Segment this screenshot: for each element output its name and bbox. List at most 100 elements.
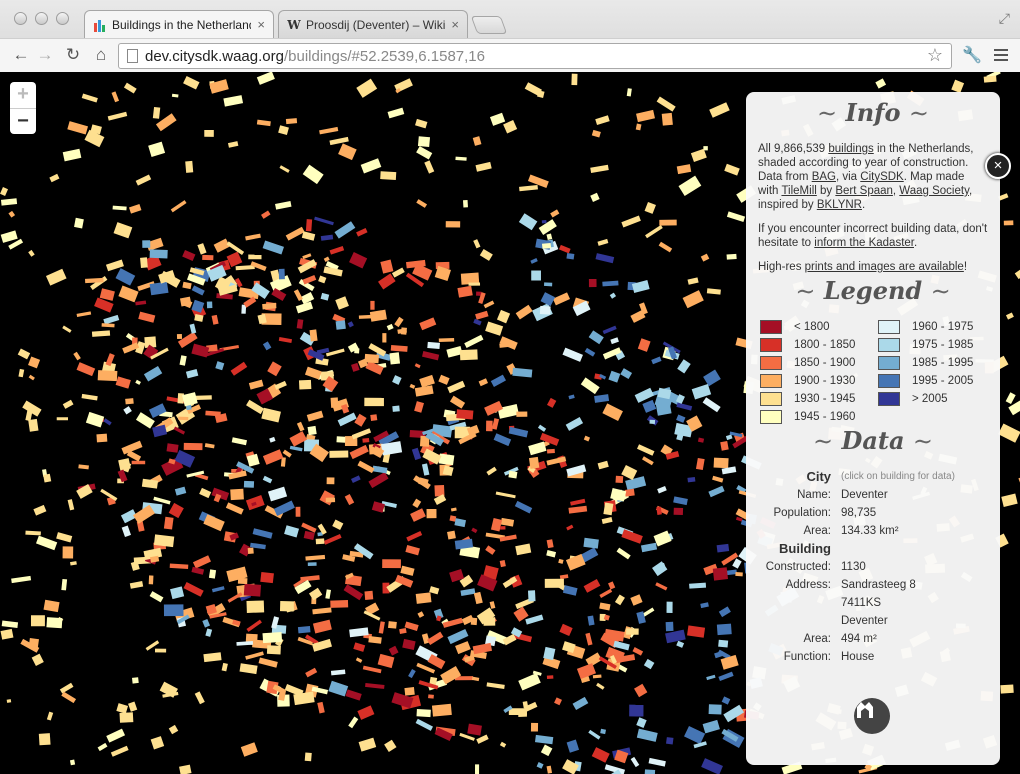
legend-swatch: [760, 338, 782, 352]
legend-item: 1900 - 1930: [760, 374, 878, 388]
legend-item: 1850 - 1900: [760, 356, 878, 370]
legend-swatch: [760, 374, 782, 388]
city-section-label: City: [806, 469, 831, 484]
info-panel: ∼ Info ∼ All 9,866,539 buildings in the …: [746, 92, 1000, 765]
legend-label: 1975 - 1985: [912, 339, 974, 351]
function-value: House: [841, 651, 875, 663]
wrench-icon[interactable]: 🔧: [962, 45, 982, 65]
zoom-out-button[interactable]: −: [10, 108, 36, 134]
waag-logo-icon[interactable]: [854, 698, 890, 734]
tab-close-icon[interactable]: ×: [451, 17, 459, 32]
address-line-3: Deventer: [841, 615, 888, 627]
close-panel-button[interactable]: ×: [985, 153, 1011, 179]
legend-label: 1960 - 1975: [912, 321, 974, 333]
new-tab-button[interactable]: [470, 16, 508, 34]
legend-label: > 2005: [912, 393, 948, 405]
data-heading: ∼ Data ∼: [813, 426, 933, 455]
legend-swatch: [878, 392, 900, 406]
back-arrow-icon[interactable]: ←: [10, 45, 32, 65]
zoom-control: + −: [10, 82, 36, 134]
bar-chart-favicon-icon: [93, 18, 107, 32]
menu-icon[interactable]: [994, 49, 1008, 64]
city-name-key: Name:: [797, 489, 831, 501]
legend-swatch: [760, 320, 782, 334]
fullscreen-icon[interactable]: ⤢: [999, 10, 1010, 27]
legend-swatch: [878, 374, 900, 388]
legend-item: 1800 - 1850: [760, 338, 878, 352]
building-section-label: Building: [779, 541, 831, 556]
city-hint: (click on building for data): [841, 471, 955, 482]
page-icon: [127, 49, 138, 63]
legend-item: 1945 - 1960: [760, 410, 878, 424]
info-intro: All 9,866,539 buildings in the Netherlan…: [758, 143, 974, 211]
constructed-key: Constructed:: [765, 561, 831, 573]
population-value: 98,735: [841, 507, 877, 519]
legend-label: 1945 - 1960: [794, 411, 856, 423]
legend-heading: ∼ Legend ∼: [795, 276, 951, 305]
info-heading: ∼ Info ∼: [817, 98, 929, 127]
bag-link[interactable]: BAG: [812, 171, 836, 183]
tab-title: Proosdij (Deventer) – Wikipedia: [306, 17, 446, 32]
address-line-2: 7411KS: [841, 597, 882, 609]
city-area-key: Area:: [803, 525, 832, 537]
legend-item: 1985 - 1995: [878, 356, 988, 370]
legend-swatch: [760, 410, 782, 424]
url-host: dev.citysdk.waag.org: [145, 47, 284, 65]
legend: < 1800 1960 - 1975 1800 - 1850 1975 - 1985 1…: [760, 320, 988, 424]
close-window-button[interactable]: [14, 12, 27, 25]
building-map[interactable]: + − ∼ Info ∼ All 9,866,539 buildings in …: [0, 72, 1020, 774]
kadaster-note: If you encounter incorrect building data…: [758, 223, 988, 249]
legend-item: 1960 - 1975: [878, 320, 988, 334]
city-area-value: 134.33 km²: [841, 525, 899, 537]
tab-wikipedia[interactable]: W Proosdij (Deventer) – Wikipedia ×: [278, 10, 468, 38]
legend-item: 1975 - 1985: [878, 338, 988, 352]
tilemill-link[interactable]: TileMill: [781, 185, 816, 197]
bookmark-star-icon[interactable]: ☆: [927, 45, 943, 66]
toolbar: ← → ↻ ⌂ dev.citysdk.waag.org/buildings/#…: [0, 38, 1020, 72]
legend-swatch: [760, 392, 782, 406]
address-bar[interactable]: dev.citysdk.waag.org/buildings/#52.2539,…: [118, 43, 952, 69]
buildings-link[interactable]: buildings: [828, 143, 873, 155]
legend-item: 1995 - 2005: [878, 374, 988, 388]
legend-label: 1995 - 2005: [912, 375, 974, 387]
data-table: City (click on building for data) Name: De…: [758, 468, 988, 666]
building-area-key: Area:: [803, 633, 832, 645]
tab-buildings[interactable]: Buildings in the Netherlands ×: [84, 10, 274, 38]
legend-label: 1850 - 1900: [794, 357, 856, 369]
address-line-1: Sandrasteeg 8: [841, 579, 916, 591]
waag-society-link[interactable]: Waag Society: [899, 185, 969, 197]
kadaster-link[interactable]: inform the Kadaster: [814, 237, 914, 249]
tab-title: Buildings in the Netherlands: [112, 17, 252, 32]
population-key: Population:: [773, 507, 831, 519]
legend-label: < 1800: [794, 321, 830, 333]
zoom-window-button[interactable]: [56, 12, 69, 25]
prints-note: High-res prints and images are available…: [758, 261, 968, 273]
legend-swatch: [878, 356, 900, 370]
legend-swatch: [878, 338, 900, 352]
tab-close-icon[interactable]: ×: [257, 17, 265, 32]
legend-swatch: [878, 320, 900, 334]
legend-item: > 2005: [878, 392, 988, 406]
window-controls: [14, 12, 69, 25]
reload-icon[interactable]: ↻: [62, 45, 84, 65]
url-path: /buildings/#52.2539,6.1587,16: [283, 47, 485, 65]
legend-label: 1985 - 1995: [912, 357, 974, 369]
legend-item: < 1800: [760, 320, 878, 334]
legend-label: 1930 - 1945: [794, 393, 856, 405]
city-name-value: Deventer: [841, 489, 888, 501]
citysdk-link[interactable]: CitySDK: [860, 171, 903, 183]
building-area-value: 494 m²: [841, 633, 877, 645]
bert-spaan-link[interactable]: Bert Spaan: [835, 185, 893, 197]
legend-label: 1900 - 1930: [794, 375, 856, 387]
zoom-in-button[interactable]: +: [10, 82, 36, 108]
function-key: Function:: [783, 651, 831, 663]
address-key: Address:: [785, 579, 831, 591]
constructed-value: 1130: [841, 561, 866, 573]
wikipedia-favicon-icon: W: [287, 17, 301, 32]
minimize-window-button[interactable]: [35, 12, 48, 25]
prints-link[interactable]: prints and images are available: [805, 261, 964, 273]
bklynr-link[interactable]: BKLYNR: [817, 199, 862, 211]
legend-item: 1930 - 1945: [760, 392, 878, 406]
forward-arrow-icon[interactable]: →: [34, 45, 56, 65]
home-icon[interactable]: ⌂: [90, 45, 112, 65]
